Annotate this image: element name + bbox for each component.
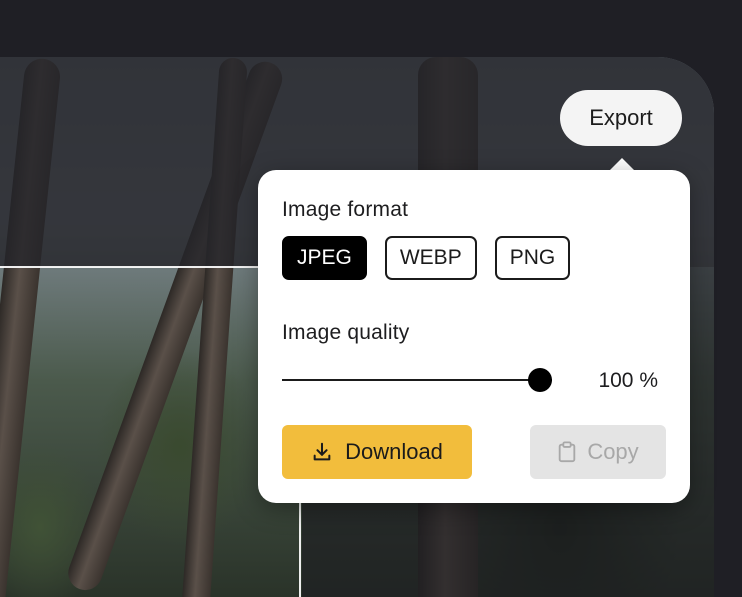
quality-slider-track	[282, 379, 552, 381]
export-button[interactable]: Export	[560, 90, 682, 146]
copy-button[interactable]: Copy	[530, 425, 666, 479]
image-format-label: Image format	[282, 198, 409, 221]
export-popover: Image format JPEG WEBP PNG Image quality…	[258, 170, 690, 503]
quality-value: 100 %	[598, 369, 658, 392]
quality-slider[interactable]	[282, 368, 552, 392]
crop-frame[interactable]	[0, 266, 301, 597]
image-quality-label: Image quality	[282, 321, 410, 344]
format-option-png[interactable]: PNG	[494, 236, 571, 280]
quality-slider-thumb[interactable]	[528, 368, 552, 392]
download-icon	[311, 441, 333, 463]
clipboard-icon	[557, 441, 577, 463]
format-selector: JPEG WEBP PNG	[282, 236, 571, 280]
download-button[interactable]: Download	[282, 425, 472, 479]
format-option-jpeg[interactable]: JPEG	[282, 236, 367, 280]
copy-label: Copy	[587, 439, 639, 464]
format-option-webp[interactable]: WEBP	[384, 236, 477, 280]
download-label: Download	[345, 439, 443, 464]
